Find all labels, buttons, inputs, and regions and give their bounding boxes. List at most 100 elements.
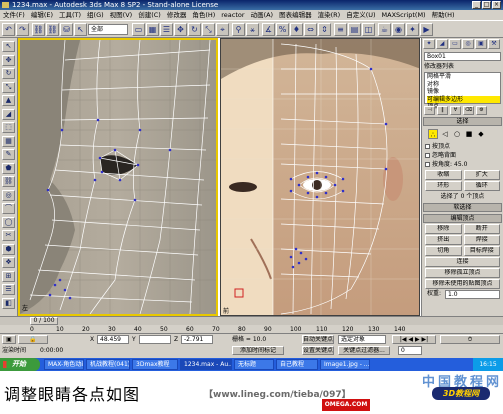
minimize-button[interactable]: _ [472,1,481,9]
command-panel-tab-icon[interactable]: ▭ [449,39,461,49]
toolbar-button-icon[interactable]: ⤡ [202,23,215,36]
menu-item[interactable]: 角色(H) [189,10,218,20]
left-tool-icon[interactable]: ◎ [2,189,15,201]
menu-item[interactable]: 组(G) [84,10,107,20]
toolbar-button-icon[interactable]: ⛁ [60,23,73,36]
left-tool-icon[interactable]: ◢ [2,108,15,120]
left-tool-icon[interactable]: ▦ [2,135,15,147]
left-tool-icon[interactable]: ◧ [2,297,15,309]
taskbar-task-button[interactable]: 自己教程 [276,359,318,370]
object-name-field[interactable]: Box01 [424,52,501,61]
toolbar-button-icon[interactable]: ⌖ [216,23,229,36]
selection-button[interactable]: 扩大 [463,170,500,180]
stack-tool-icon[interactable]: ‖ [437,106,448,115]
edit-vertex-button[interactable]: 连接 [425,257,500,267]
menu-item[interactable]: 图表编辑器 [276,10,315,20]
time-slider-track[interactable]: 0 / 100 [0,316,503,325]
command-panel-tab-icon[interactable]: ◢ [436,39,448,49]
angle-value[interactable]: 45.0 [454,160,467,169]
viewport-left-canvas[interactable]: 左 [20,40,216,314]
subobject-icon[interactable]: ∴ [428,129,438,139]
checkbox-row[interactable]: 忽略背面 [422,151,503,160]
stack-item[interactable]: 网格平滑 [427,73,500,81]
toolbar-button-icon[interactable]: ⛓ [46,23,59,36]
command-panel-tab-icon[interactable]: ✦ [423,39,435,49]
toolbar-button-icon[interactable]: ◉ [392,23,405,36]
command-panel-tab-icon[interactable]: ◎ [462,39,474,49]
menu-item[interactable]: 自定义(U) [343,10,378,20]
app-icon[interactable] [2,2,9,8]
toolbar-button-icon[interactable]: ⚹ [246,23,259,36]
toolbar-button-icon[interactable]: ✦ [406,23,419,36]
edit-vertex-button[interactable]: 焊接 [463,235,500,245]
left-tool-icon[interactable]: ☰ [2,284,15,295]
toolbar-button-icon[interactable]: ▤ [348,23,361,36]
left-tool-icon[interactable]: ▲ [2,95,15,106]
toolbar-button-icon[interactable]: ✥ [174,23,187,36]
left-tool-icon[interactable]: ⛓ [2,176,15,187]
subobject-icon[interactable]: ○ [452,129,462,139]
track-bar-ruler[interactable]: 0 10 20 30 40 50 60 70 80 90 100 110 120 130 140 [0,325,503,334]
key-filters-button[interactable]: 关键点过滤器... [338,346,390,355]
edit-vertices-rollout-header[interactable]: 编辑顶点 [423,214,502,223]
maximize-button[interactable]: □ [482,1,491,9]
auto-key-button[interactable]: 自动关键点 [302,335,334,344]
edit-vertex-button[interactable]: 切角 [425,246,462,256]
toolbar-button-icon[interactable]: ▭ [132,23,145,36]
checkbox[interactable] [425,144,430,149]
selection-button[interactable]: 收缩 [425,170,462,180]
system-tray-clock[interactable]: 16:15 [473,358,503,371]
left-tool-icon[interactable]: ↻ [2,68,15,79]
left-tool-icon[interactable]: ⊞ [2,270,15,282]
subobject-icon[interactable]: ■ [464,129,474,139]
left-tool-icon[interactable]: ⬟ [2,162,15,174]
menu-item[interactable]: 视图(V) [107,10,136,20]
menu-item[interactable]: 创建(C) [135,10,164,20]
taskbar-task-button[interactable]: 3Dmax教程 [132,359,178,370]
selection-filter-dropdown[interactable]: 全部 [88,24,128,35]
toolbar-button-icon[interactable]: ◫ [362,23,375,36]
edit-vertex-button[interactable]: 挤出 [425,235,462,245]
subobject-icon[interactable]: ◁ [440,129,450,139]
stack-tool-icon[interactable]: ⚙ [476,106,487,115]
taskbar-task-button[interactable]: 1234.max - Au... [180,359,232,370]
start-button[interactable]: 开始 [0,358,40,371]
checkbox[interactable] [425,153,430,158]
taskbar-task-button[interactable]: 无标题 [234,359,274,370]
time-slider-thumb[interactable]: 0 / 100 [30,317,58,325]
toolbar-button-icon[interactable]: ↖ [74,23,87,36]
checkbox[interactable] [425,162,430,167]
subobject-icon[interactable]: ◆ [476,129,486,139]
close-button[interactable]: × [492,1,501,9]
viewport-front[interactable]: 前 [220,38,420,316]
toolbar-button-icon[interactable]: ⛓ [32,23,45,36]
selection-button[interactable]: 环形 [425,181,462,191]
set-key-button[interactable]: 设置关键点 [302,346,334,355]
edit-vertex-button[interactable]: 目标焊接 [463,246,500,256]
left-tool-icon[interactable]: ✎ [2,149,15,160]
menu-item[interactable]: 工具(T) [56,10,84,20]
left-tool-icon[interactable]: ⌒ [2,203,15,214]
taskbar-task-button[interactable]: Image1.jpg - ... [320,359,370,370]
command-panel-tab-icon[interactable]: ▣ [475,39,487,49]
edit-vertex-button[interactable]: 移除未使用的贴图顶点 [425,279,500,289]
toolbar-button-icon[interactable]: ♦ [290,23,303,36]
left-tool-icon[interactable]: ✥ [2,54,15,66]
toolbar-button-icon[interactable]: ☕ [378,23,391,36]
menu-item[interactable]: 文件(F) [0,10,28,20]
edit-vertex-button[interactable]: 移除 [425,224,462,234]
menu-item[interactable]: MAXScript(M) [379,10,429,20]
left-tool-icon[interactable]: ◯ [2,216,15,228]
command-panel-tab-icon[interactable]: ⚒ [488,39,500,49]
menu-item[interactable]: 修改器 [164,10,190,20]
checkbox-row[interactable]: 按角度: 45.0 [422,160,503,169]
toolbar-button-icon[interactable]: ⚲ [232,23,245,36]
stack-item[interactable]: 镜像 [427,88,500,96]
toolbar-button-icon[interactable]: % [276,23,289,36]
left-tool-icon[interactable]: ⬢ [2,243,15,255]
taskbar-task-button[interactable]: 机战教程(041) [86,359,130,370]
maxscript-listener-button[interactable]: ▣ [2,335,16,344]
selection-button[interactable]: 循环 [463,181,500,191]
key-mode-selected-dropdown[interactable]: 选定对象 [338,335,386,344]
coord-x-field[interactable]: 48.459 [97,335,129,344]
